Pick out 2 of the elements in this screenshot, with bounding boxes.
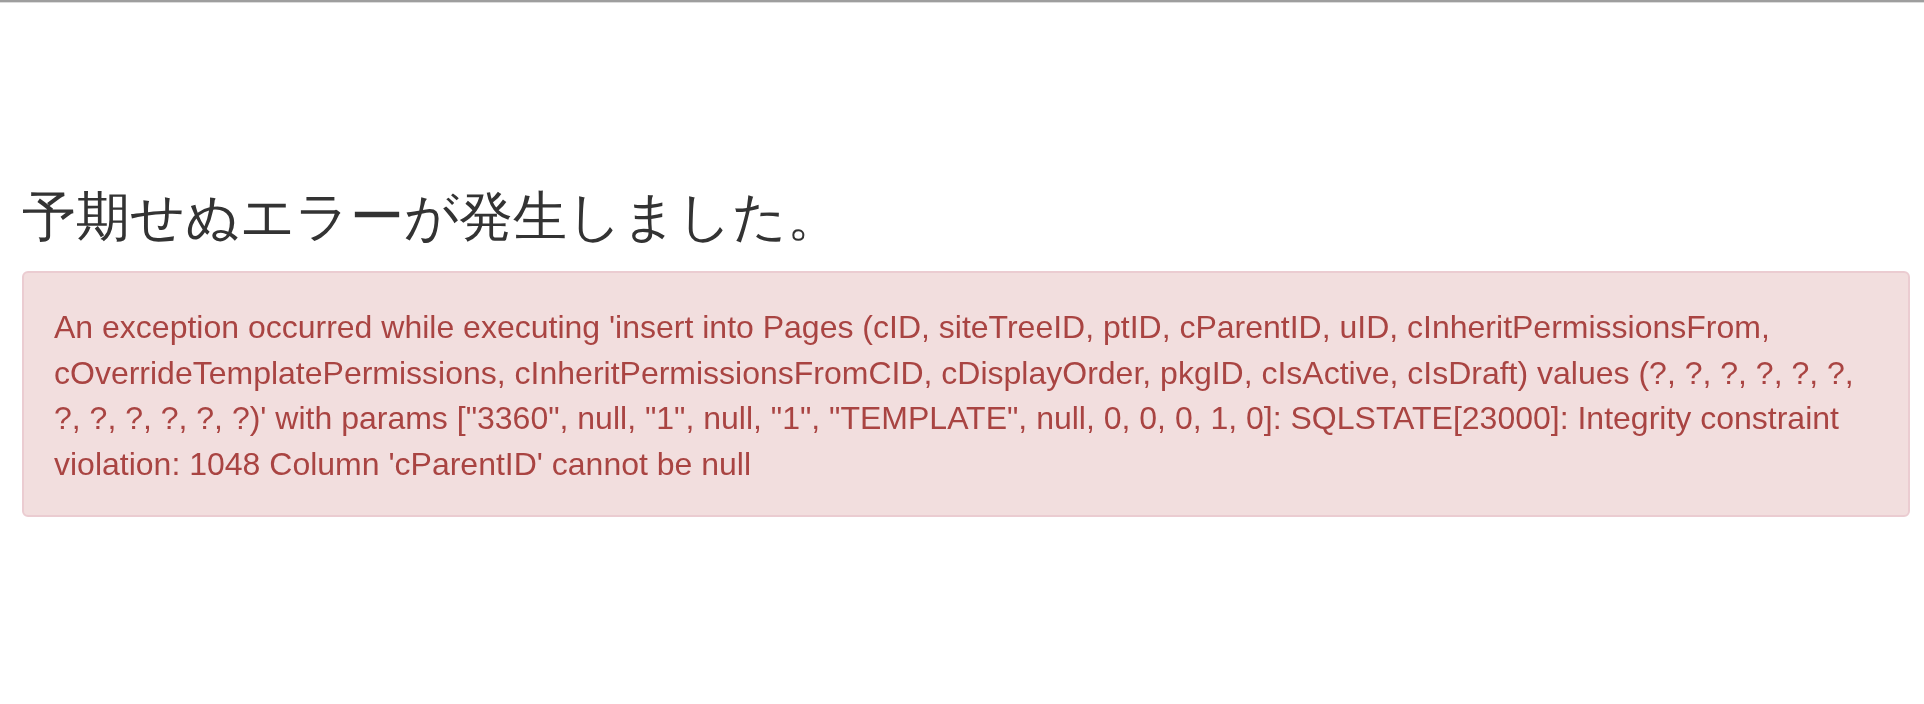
error-heading: 予期せぬエラーが発生しました。 [22,187,841,247]
error-message: An exception occurred while executing 'insert into Pages (cID, siteTreeID, ptID, cParentID, uID, cInheritPermissionsFrom, cOverrideTemplatePermissions, cInheritPermissionsFromCID, cDisplayOrder, pkgID, cIsActive, cIsDraft) values (?, ?, ?, ?, ?, ?, ?, ?, ?, ?, ?, ?)' with params ["3360", null, "1", null, "1", "TEMPLATE", null, 0, 0, 0, 1, 0]: SQLSTATE[23000]: Integrity constraint violation: 1048 Column 'cParentID' cannot be null [54,308,1855,484]
